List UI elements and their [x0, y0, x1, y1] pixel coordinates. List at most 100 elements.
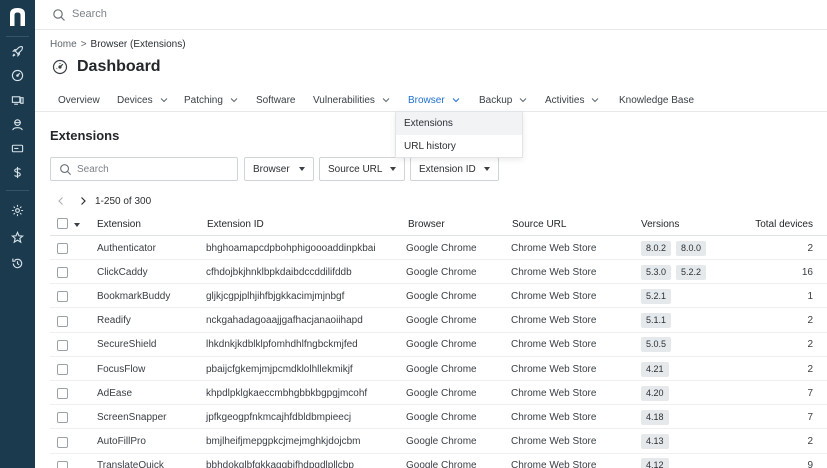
table-row[interactable]: TranslateQuick bbhdokglbfgkkaggbjfhdpgdlp… — [50, 454, 827, 468]
dashboard-gauge-icon[interactable] — [8, 66, 26, 84]
table-row[interactable]: SecureShield lhkdnkjkdblklpfomhdhlfngbckm… — [50, 333, 827, 357]
row-checkbox[interactable] — [57, 436, 68, 448]
cell-browser: Google Chrome — [406, 411, 477, 423]
row-checkbox[interactable] — [57, 412, 68, 424]
caret-down-icon — [484, 167, 490, 171]
devices-icon[interactable] — [8, 91, 26, 109]
tab-software[interactable]: Software — [256, 88, 295, 112]
tab-label: Devices — [117, 94, 153, 106]
tab-patching[interactable]: Patching — [184, 88, 239, 112]
row-checkbox[interactable] — [57, 460, 68, 468]
tab-browser[interactable]: Browser — [402, 88, 467, 113]
cell-versions: 8.0.2 8.0.0 — [641, 236, 711, 260]
tab-backup[interactable]: Backup — [479, 88, 528, 112]
chevron-down-icon — [382, 98, 390, 103]
breadcrumb-home[interactable]: Home — [50, 39, 77, 50]
search-icon — [60, 164, 72, 176]
breadcrumb-separator: > — [80, 39, 87, 50]
cell-extension[interactable]: ClickCaddy — [97, 260, 148, 284]
cell-extension[interactable]: AutoFillPro — [97, 430, 146, 454]
select-all-checkbox[interactable] — [57, 218, 68, 229]
row-checkbox[interactable] — [57, 243, 68, 254]
cell-versions: 5.3.0 5.2.2 — [641, 260, 711, 284]
filter-label: Source URL — [328, 163, 383, 175]
cell-extension-id: lhkdnkjkdblklpfomhdhlfngbckmjfed — [206, 339, 358, 351]
cell-extension[interactable]: TranslateQuick — [97, 454, 164, 468]
extension-id-filter[interactable]: Extension ID — [410, 157, 499, 181]
tab-activities[interactable]: Activities — [545, 88, 600, 112]
tab-overview[interactable]: Overview — [58, 88, 100, 112]
version-badge: 5.3.0 — [641, 264, 672, 280]
cell-extension[interactable]: ScreenSnapper — [97, 405, 167, 429]
cell-extension[interactable]: SecureShield — [97, 333, 156, 357]
row-checkbox[interactable] — [57, 291, 68, 303]
tab-label: Overview — [58, 94, 100, 106]
tab-label: Patching — [184, 94, 223, 106]
caret-down-icon[interactable] — [74, 223, 80, 227]
cell-total-devices: 2 — [807, 363, 813, 375]
backup-drive-icon[interactable] — [8, 139, 26, 157]
cell-extension-id: bbhdokglbfgkkaggbjfhdpgdlpllcbp — [206, 460, 354, 468]
search-input[interactable] — [77, 161, 227, 177]
chevron-down-icon — [520, 98, 527, 103]
tab-knowledge-base[interactable]: Knowledge Base — [619, 88, 694, 112]
menu-item-url-history[interactable]: URL history — [396, 135, 522, 158]
browser-filter[interactable]: Browser — [244, 157, 314, 181]
table-row[interactable]: Readify nckgahadagoaajjgafhacjanaoiihapd G… — [50, 309, 827, 333]
top-search-placeholder[interactable]: Search — [72, 8, 107, 20]
cell-total-devices: 2 — [807, 315, 813, 327]
row-checkbox[interactable] — [57, 388, 68, 400]
table-row[interactable]: ScreenSnapper jpfkgeogpfnkmcajhfdbldbmpie… — [50, 405, 827, 430]
cell-extension[interactable]: AdEase — [97, 381, 132, 405]
table-row[interactable]: AdEase khpdlpklgkaeccmbhgbbkbgpgjmcohf Goo… — [50, 381, 827, 406]
cell-extension-id: jpfkgeogpfnkmcajhfdbldbmpieecj — [206, 411, 352, 423]
column-header-browser[interactable]: Browser — [408, 216, 445, 232]
tab-devices[interactable]: Devices — [117, 88, 169, 112]
app-logo[interactable] — [7, 6, 28, 28]
section-title: Extensions — [50, 128, 120, 143]
menu-item-label: Extensions — [404, 118, 453, 129]
user-support-icon[interactable] — [8, 115, 26, 133]
column-header-extension-id[interactable]: Extension ID — [207, 216, 264, 232]
cell-versions: 4.18 — [641, 405, 674, 429]
table-row[interactable]: BookmarkBuddy gljkjcgpjplhjihfbjgkkacimjm… — [50, 284, 827, 309]
table-row[interactable]: AutoFillPro bmjlheifjmepgpkcjmejmghkjdojc… — [50, 430, 827, 454]
rocket-icon[interactable] — [8, 42, 26, 60]
table-row[interactable]: ClickCaddy cfhdojbkjhnklbpkdaibdccddilifd… — [50, 260, 827, 285]
cell-versions: 4.12 — [641, 454, 674, 468]
top-search-bar[interactable]: Search — [35, 0, 827, 30]
cell-browser: Google Chrome — [406, 363, 477, 375]
column-header-versions[interactable]: Versions — [641, 216, 679, 232]
row-checkbox[interactable] — [57, 267, 68, 279]
tab-vulnerabilities[interactable]: Vulnerabilities — [313, 88, 391, 112]
cell-versions: 5.1.1 — [641, 309, 676, 333]
dashboard-gauge-icon — [52, 59, 68, 75]
cell-extension[interactable]: FocusFlow — [97, 357, 145, 381]
page-title: Dashboard — [77, 58, 161, 75]
cell-browser: Google Chrome — [406, 266, 477, 278]
row-checkbox[interactable] — [57, 339, 68, 351]
column-header-total-devices[interactable]: Total devices — [740, 216, 813, 232]
cell-total-devices: 7 — [807, 387, 813, 399]
star-icon[interactable] — [8, 228, 26, 246]
table-row[interactable]: Authenticator bhghoamapcdpbohphigoooaddin… — [50, 236, 827, 260]
dollar-icon[interactable] — [8, 163, 26, 181]
column-header-source-url[interactable]: Source URL — [512, 216, 566, 232]
row-checkbox[interactable] — [57, 364, 68, 375]
cell-extension[interactable]: Authenticator — [97, 236, 156, 260]
cell-extension[interactable]: Readify — [97, 309, 131, 333]
chevron-left-icon[interactable] — [55, 195, 67, 207]
row-checkbox[interactable] — [57, 315, 68, 327]
cell-extension[interactable]: BookmarkBuddy — [97, 284, 170, 308]
source-url-filter[interactable]: Source URL — [319, 157, 405, 181]
sidebar — [0, 0, 35, 468]
column-header-extension[interactable]: Extension — [97, 216, 141, 232]
history-icon[interactable] — [8, 254, 26, 272]
cell-extension-id: bmjlheifjmepgpkcjmejmghkjdojcbm — [206, 436, 361, 448]
table-row[interactable]: FocusFlow pbaijcfgkemjmjpcmdklolhllekmikj… — [50, 357, 827, 381]
settings-gear-icon[interactable] — [8, 201, 26, 219]
extensions-search[interactable] — [50, 157, 238, 181]
chevron-right-icon[interactable] — [77, 195, 89, 207]
chevron-down-icon — [592, 98, 599, 103]
menu-item-extensions[interactable]: Extensions — [396, 112, 522, 135]
